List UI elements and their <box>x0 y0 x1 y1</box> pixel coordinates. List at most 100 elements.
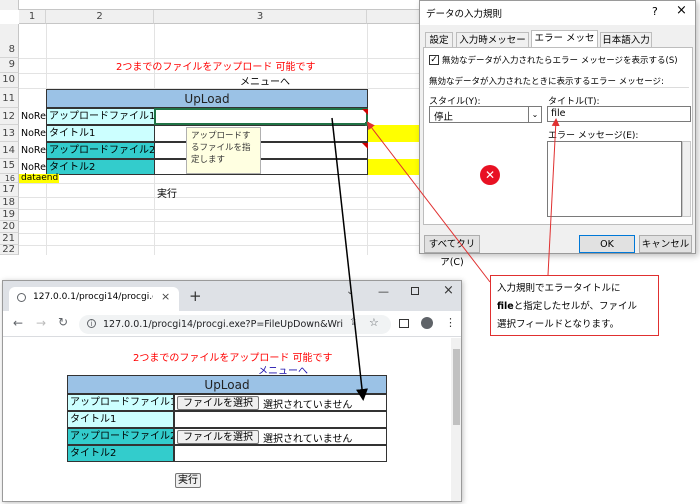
style-value: 停止 <box>434 112 454 123</box>
col-header-3[interactable]: 3 <box>154 10 367 24</box>
callout-bold: file <box>497 301 514 312</box>
maximize-icon[interactable] <box>411 287 419 295</box>
dialog-title: データの入力規則 <box>426 9 503 20</box>
row-header[interactable]: 17 <box>0 183 19 197</box>
tab-input-message[interactable]: 入力時メッセージ <box>456 32 529 61</box>
sheet-upload-header: UpLoad <box>46 89 368 108</box>
page-label-file1: アップロードファイル1 <box>67 394 174 411</box>
page-label-title1: タイトル1 <box>67 411 174 428</box>
validation-mark <box>362 109 368 115</box>
col-header-1[interactable]: 1 <box>19 10 46 24</box>
message-label: エラー メッセージ(E): <box>548 131 639 141</box>
page-title1-input[interactable] <box>174 411 387 428</box>
minimize-icon[interactable]: — <box>378 285 389 298</box>
submit-button[interactable]: 実行 <box>175 473 201 488</box>
row-header-gap <box>0 24 19 43</box>
show-error-checkbox[interactable]: ✓ <box>429 55 439 65</box>
kebab-menu-icon[interactable]: ⋮ <box>445 316 456 329</box>
data-end-cell: dataend <box>19 173 59 183</box>
sheet-label-file1: アップロードファイル1 <box>46 108 155 125</box>
stop-error-icon: ✕ <box>480 165 500 185</box>
page-label-file2: アップロードファイル2 <box>67 428 174 445</box>
close-icon[interactable]: × <box>676 3 687 18</box>
sheet-row-key: NoRe <box>21 128 46 139</box>
callout-line3: 選択フィールドとなります。 <box>497 319 620 330</box>
data-validation-dialog: データの入力規則 ? × 設定 入力時メッセージ エラー メッセージ 日本語入力… <box>419 0 696 268</box>
row-header[interactable]: 22 <box>0 245 19 255</box>
forward-icon[interactable]: → <box>36 316 46 330</box>
sheet-menu-link[interactable]: メニューへ <box>240 77 310 89</box>
row-header[interactable]: 10 <box>0 73 19 88</box>
row-header[interactable]: 18 <box>0 197 19 209</box>
file-status-1: 選択されていません <box>263 400 353 411</box>
row-header[interactable]: 9 <box>0 58 19 73</box>
browser-window: 127.0.0.1/procgi14/procgi.exe?P × + ⌄ — … <box>2 280 462 502</box>
row-header[interactable]: 14 <box>0 142 19 159</box>
cancel-button[interactable]: キャンセル <box>639 235 692 253</box>
choose-file-button-1[interactable]: ファイルを選択 <box>177 396 259 410</box>
formula-area <box>19 0 419 10</box>
profile-avatar[interactable] <box>421 317 433 329</box>
sheet-notice: 2つまでのファイルをアップロード 可能です <box>116 62 316 73</box>
row-header[interactable]: 16 <box>0 174 19 183</box>
sidepanel-icon[interactable] <box>399 319 409 328</box>
row-header[interactable]: 12 <box>0 108 19 125</box>
show-error-label[interactable]: 無効なデータが入力されたらエラー メッセージを表示する(S) <box>442 54 678 66</box>
row-header[interactable]: 19 <box>0 209 19 221</box>
share-icon[interactable]: ⇪ <box>349 317 357 328</box>
col-header-4[interactable] <box>367 10 420 24</box>
sheet-row-key: NoRe <box>21 162 46 173</box>
sheet-label-title1: タイトル1 <box>46 125 155 142</box>
tab-settings[interactable]: 設定 <box>425 32 453 47</box>
page-label-title2: タイトル2 <box>67 445 174 462</box>
grid-hline <box>19 221 419 222</box>
highlight-cell <box>368 159 420 175</box>
tab-ime[interactable]: 日本語入力 <box>600 32 652 47</box>
grid-hline <box>19 58 419 59</box>
bookmark-star-icon[interactable]: ☆ <box>369 316 379 329</box>
tab-close-icon[interactable]: × <box>161 290 170 303</box>
row-header[interactable]: 8 <box>0 43 19 58</box>
title-input[interactable] <box>547 106 691 122</box>
sheet-label-title2: タイトル2 <box>46 159 155 175</box>
row-header[interactable]: 13 <box>0 125 19 142</box>
title-value: file <box>551 108 566 119</box>
sheet-corner <box>0 0 19 10</box>
window-close-icon[interactable]: × <box>443 283 454 298</box>
group-divider <box>429 87 689 88</box>
error-group-label: 無効なデータが入力されたときに表示するエラー メッセージ: <box>429 77 664 87</box>
grid-hline <box>19 233 419 234</box>
input-tooltip: アップロードするファイルを指定します <box>186 127 261 174</box>
clear-all-button[interactable]: すべてクリア(C) <box>424 235 480 268</box>
sheet-row-key: NoRe <box>21 145 46 156</box>
sheet-value-file1[interactable] <box>154 108 368 125</box>
sheet-run-label: 実行 <box>157 189 177 200</box>
row-header[interactable]: 11 <box>0 88 19 108</box>
callout-line1: 入力規則でエラータイトルに <box>497 283 621 294</box>
reload-icon[interactable]: ↻ <box>58 315 68 329</box>
info-icon[interactable]: i <box>87 319 96 328</box>
col-header-2[interactable]: 2 <box>46 10 154 24</box>
help-icon[interactable]: ? <box>652 5 658 18</box>
message-scrollbar[interactable] <box>682 141 691 217</box>
tab-search-icon[interactable]: ⌄ <box>346 286 354 297</box>
row-header[interactable]: 15 <box>0 159 19 174</box>
page-notice: 2つまでのファイルをアップロード 可能です <box>133 353 333 364</box>
page-scrollbar-thumb[interactable] <box>453 349 460 425</box>
browser-tab-title: 127.0.0.1/procgi14/procgi.exe?P <box>33 292 153 302</box>
message-textarea[interactable] <box>547 141 682 217</box>
row-header[interactable]: 20 <box>0 221 19 233</box>
new-tab-button[interactable]: + <box>189 287 202 305</box>
highlight-cell <box>368 125 420 142</box>
back-icon[interactable]: ← <box>13 316 23 330</box>
validation-mark <box>362 143 368 149</box>
page-title2-input[interactable] <box>174 445 387 462</box>
chevron-down-icon[interactable]: ⌄ <box>528 107 541 122</box>
url-text: 127.0.0.1/procgi14/procgi.exe?P=FileUpDo… <box>103 319 343 330</box>
tab-error-message[interactable]: エラー メッセージ <box>531 30 598 59</box>
ok-button[interactable]: OK <box>579 235 635 253</box>
choose-file-button-2[interactable]: ファイルを選択 <box>177 430 259 444</box>
grid-hline <box>19 245 419 246</box>
sheet-label-file2: アップロードファイル2 <box>46 142 155 159</box>
page-upload-header: UpLoad <box>67 375 387 394</box>
